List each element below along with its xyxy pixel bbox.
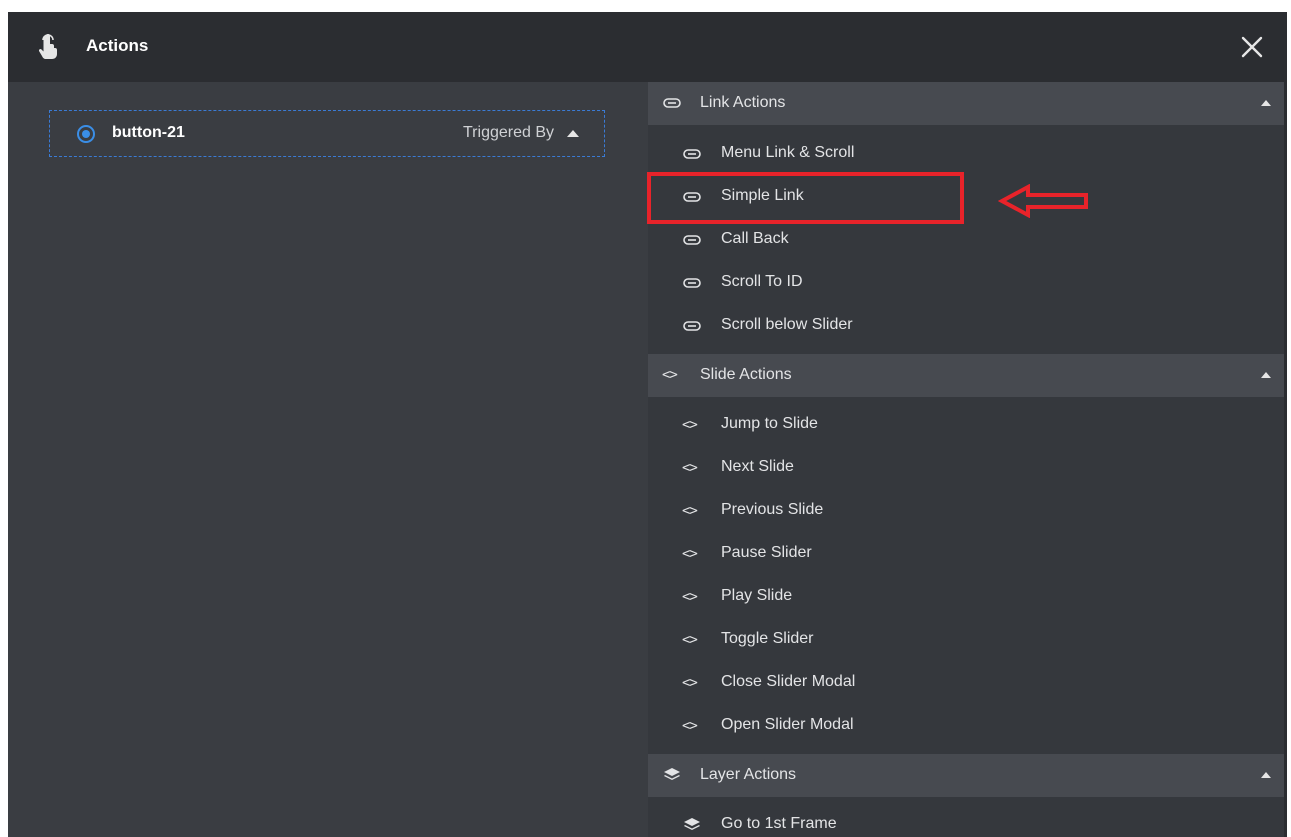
actions-list: Link Actions Menu Link & Scroll Simple L… <box>648 82 1287 837</box>
trigger-pane: button-21 Triggered By <box>8 82 648 837</box>
action-item-pause-slider[interactable]: <> Pause Slider <box>648 532 1287 575</box>
close-icon[interactable] <box>1239 34 1265 60</box>
group-label: Slide Actions <box>700 366 792 383</box>
action-label: Menu Link & Scroll <box>721 144 855 161</box>
action-item-call-back[interactable]: Call Back <box>648 218 1287 261</box>
action-label: Pause Slider <box>721 544 812 561</box>
code-icon: <> <box>682 718 698 734</box>
link-icon <box>683 278 701 288</box>
caret-up-icon[interactable] <box>1261 772 1271 778</box>
action-label: Call Back <box>721 230 789 247</box>
actions-modal: Actions button-21 Triggered By Link Acti… <box>8 12 1287 837</box>
action-item-play-slide[interactable]: <> Play Slide <box>648 575 1287 618</box>
code-icon: <> <box>682 546 698 562</box>
caret-up-icon[interactable] <box>567 130 579 137</box>
annotation-arrow-left-icon <box>998 184 1088 218</box>
action-item-go-to-1st-frame[interactable]: Go to 1st Frame <box>648 803 1287 837</box>
code-icon: <> <box>682 417 698 433</box>
link-icon <box>683 149 701 159</box>
action-label: Close Slider Modal <box>721 673 856 690</box>
link-icon <box>683 192 701 202</box>
action-label: Simple Link <box>721 187 804 204</box>
group-header-layer-actions[interactable]: Layer Actions <box>648 754 1287 797</box>
action-item-scroll-below-slider[interactable]: Scroll below Slider <box>648 304 1287 347</box>
action-label: Toggle Slider <box>721 630 814 647</box>
action-item-simple-link[interactable]: Simple Link <box>648 175 1287 218</box>
action-item-close-slider-modal[interactable]: <> Close Slider Modal <box>648 661 1287 704</box>
code-icon: <> <box>682 675 698 691</box>
modal-header: Actions <box>8 12 1287 82</box>
group-header-slide-actions[interactable]: <> Slide Actions <box>648 354 1287 397</box>
action-label: Go to 1st Frame <box>721 815 837 832</box>
code-icon: <> <box>682 503 698 519</box>
action-item-toggle-slider[interactable]: <> Toggle Slider <box>648 618 1287 661</box>
caret-up-icon[interactable] <box>1261 372 1271 378</box>
action-item-next-slide[interactable]: <> Next Slide <box>648 446 1287 489</box>
group-header-link-actions[interactable]: Link Actions <box>648 82 1287 125</box>
action-item-open-slider-modal[interactable]: <> Open Slider Modal <box>648 704 1287 747</box>
hand-pointer-icon <box>38 34 57 59</box>
group-label: Layer Actions <box>700 766 797 783</box>
layers-icon <box>684 818 700 830</box>
link-icon <box>683 235 701 245</box>
scrollbar[interactable] <box>1284 82 1287 837</box>
modal-title: Actions <box>86 36 149 55</box>
action-label: Play Slide <box>721 587 793 604</box>
action-item-menu-link-scroll[interactable]: Menu Link & Scroll <box>648 132 1287 175</box>
triggered-by-label[interactable]: Triggered By <box>463 124 554 142</box>
action-label: Scroll To ID <box>721 273 803 290</box>
code-icon: <> <box>682 632 698 648</box>
group-label: Link Actions <box>700 94 786 111</box>
action-label: Scroll below Slider <box>721 316 853 333</box>
link-icon <box>683 321 701 331</box>
code-icon: <> <box>682 589 698 605</box>
action-item-scroll-to-id[interactable]: Scroll To ID <box>648 261 1287 304</box>
action-item-previous-slide[interactable]: <> Previous Slide <box>648 489 1287 532</box>
action-label: Next Slide <box>721 458 794 475</box>
code-icon: <> <box>682 460 698 476</box>
action-label: Open Slider Modal <box>721 716 854 733</box>
caret-up-icon[interactable] <box>1261 100 1271 106</box>
action-label: Jump to Slide <box>721 415 818 432</box>
action-label: Previous Slide <box>721 501 824 518</box>
layers-icon <box>664 768 680 780</box>
trigger-row[interactable]: button-21 Triggered By <box>49 110 605 157</box>
action-item-jump-to-slide[interactable]: <> Jump to Slide <box>648 403 1287 446</box>
code-icon: <> <box>662 367 678 383</box>
link-icon <box>663 98 681 108</box>
trigger-radio[interactable] <box>77 125 95 143</box>
trigger-name: button-21 <box>112 124 185 141</box>
